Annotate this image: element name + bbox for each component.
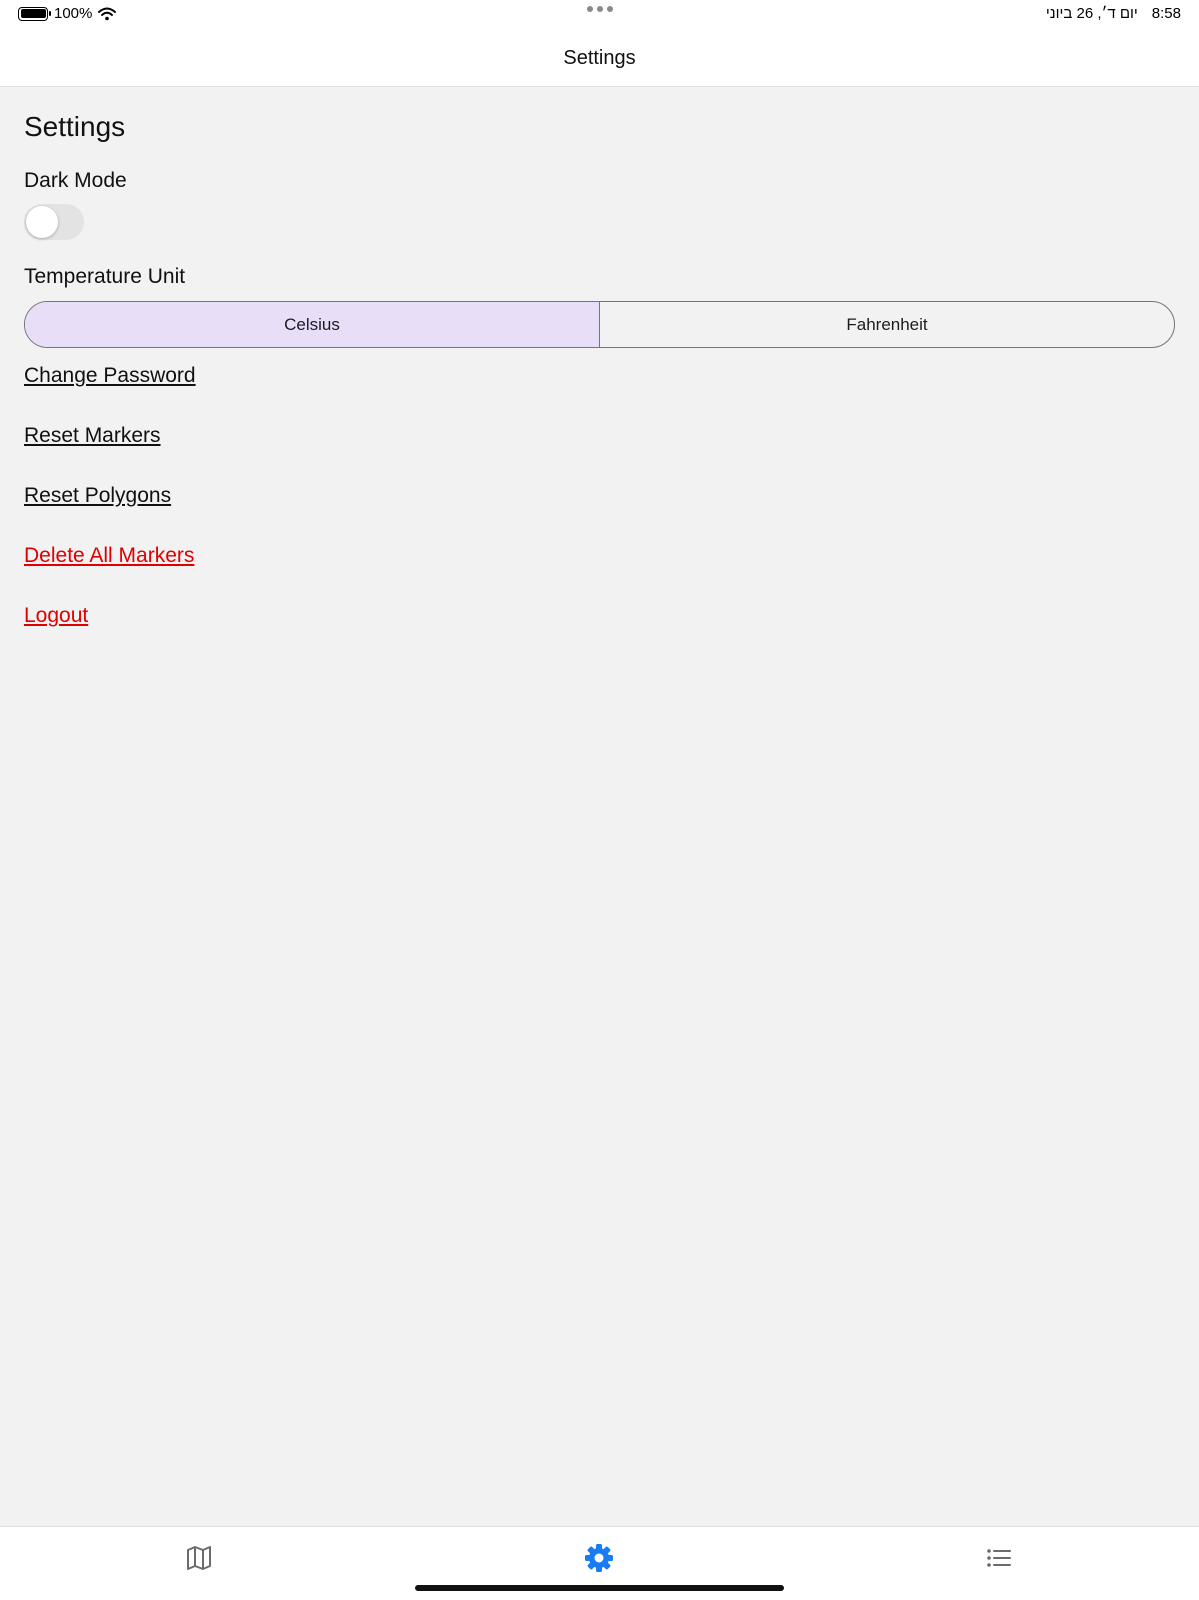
navigation-bar: Settings — [0, 30, 1199, 87]
status-left: 100% — [18, 5, 117, 22]
list-icon — [987, 1549, 1011, 1567]
reset-markers-link[interactable]: Reset Markers — [24, 424, 161, 448]
tab-list[interactable] — [982, 1541, 1016, 1575]
page-title: Settings — [24, 111, 126, 142]
segment-fahrenheit[interactable]: Fahrenheit — [599, 302, 1174, 347]
gear-icon — [585, 1544, 613, 1572]
multitasking-dots-icon[interactable] — [587, 6, 613, 12]
nav-title: Settings — [563, 46, 636, 69]
logout-link[interactable]: Logout — [24, 604, 88, 628]
status-time: 8:58 — [1151, 5, 1181, 22]
dark-mode-toggle[interactable] — [24, 204, 84, 240]
temperature-unit-label: Temperature Unit — [24, 265, 186, 288]
map-icon — [187, 1546, 211, 1570]
tab-settings[interactable] — [582, 1541, 616, 1575]
tab-map[interactable] — [182, 1541, 216, 1575]
segment-celsius[interactable]: Celsius — [25, 302, 599, 347]
reset-polygons-link[interactable]: Reset Polygons — [24, 484, 171, 508]
battery-percent: 100% — [54, 5, 93, 22]
dark-mode-label: Dark Mode — [24, 169, 127, 192]
temperature-unit-selector: Celsius Fahrenheit — [24, 301, 1175, 348]
home-indicator — [415, 1585, 784, 1591]
status-date: יום ד׳, 26 ביוני — [1045, 5, 1138, 22]
status-right: יום ד׳, 26 ביוני 8:58 — [1046, 5, 1181, 22]
wifi-icon — [98, 7, 117, 20]
delete-all-markers-link[interactable]: Delete All Markers — [24, 544, 194, 568]
status-bar: 100% יום ד׳, 26 ביוני 8:58 — [0, 0, 1199, 30]
battery-icon — [18, 6, 51, 21]
toggle-knob — [26, 206, 58, 238]
change-password-link[interactable]: Change Password — [24, 364, 196, 388]
